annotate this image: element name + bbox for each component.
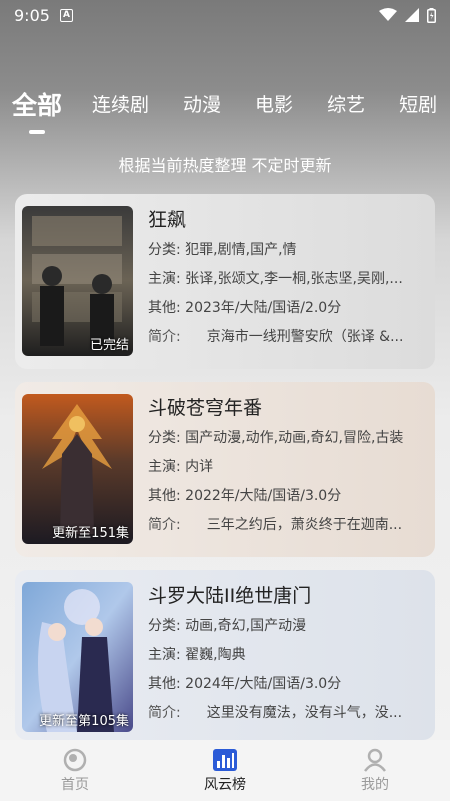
drama-synopsis-row: 简介: 京海市一线刑警安欣（张译 &...: [148, 323, 430, 352]
drama-card[interactable]: 更新至151集 斗破苍穹年番 分类: 国产动漫,动作,动画,奇幻,冒险,古装 主…: [15, 382, 435, 557]
signal-icon: [405, 8, 419, 22]
drama-cast: 主演: 翟巍,陶典: [148, 647, 246, 663]
tab-movie[interactable]: 电影: [255, 90, 293, 117]
drama-other: 其他: 2022年/大陆/国语/3.0分: [148, 488, 342, 504]
drama-title: 斗破苍穹年番: [148, 397, 263, 419]
synopsis-label: 简介:: [148, 517, 181, 533]
drama-synopsis: 京海市一线刑警安欣（张译 &...: [206, 329, 404, 345]
drama-card[interactable]: 已完结 狂飙 分类: 犯罪,剧情,国产,情 主演: 张译,张颂文,李一桐,张志坚…: [15, 194, 435, 369]
wifi-icon: [379, 8, 397, 21]
synopsis-label: 简介:: [148, 705, 181, 721]
notification-icon: A: [59, 8, 73, 22]
drama-synopsis-row: 简介: 三年之约后，萧炎终于在迦南...: [148, 511, 430, 540]
nav-ranking[interactable]: 风云榜: [175, 748, 275, 794]
drama-synopsis: 这里没有魔法，没有斗气，没...: [206, 705, 403, 721]
tab-all[interactable]: 全部: [12, 90, 62, 122]
poster-badge: 更新至151集: [52, 526, 129, 541]
home-icon: [63, 748, 87, 771]
drama-cast: 主演: 内详: [148, 459, 214, 475]
drama-title: 斗罗大陆II绝世唐门: [148, 585, 312, 607]
drama-other: 其他: 2023年/大陆/国语/2.0分: [148, 300, 342, 316]
drama-card[interactable]: 更新至第105集 斗罗大陆II绝世唐门 分类: 动画,奇幻,国产动漫 主演: 翟…: [15, 570, 435, 740]
category-tabs: 全部 连续剧 动漫 电影 综艺 短剧: [0, 90, 450, 138]
drama-info: 斗破苍穹年番 分类: 国产动漫,动作,动画,奇幻,冒险,古装 主演: 内详 其他…: [148, 394, 430, 557]
poster-image: 更新至第105集: [22, 582, 133, 732]
bottom-nav: 首页 风云榜 我的: [0, 740, 450, 801]
poster-badge: 更新至第105集: [39, 714, 129, 729]
profile-icon: [364, 748, 386, 772]
tab-indicator: [29, 130, 45, 134]
drama-other: 其他: 2024年/大陆/国语/3.0分: [148, 676, 342, 692]
chart-icon: [213, 748, 237, 771]
tab-anime[interactable]: 动漫: [183, 90, 221, 117]
status-time: 9:05: [14, 5, 50, 25]
drama-category: 分类: 动画,奇幻,国产动漫: [148, 618, 307, 634]
nav-label: 首页: [61, 776, 89, 793]
drama-synopsis-row: 简介: 这里没有魔法，没有斗气，没...: [148, 699, 430, 728]
tab-short[interactable]: 短剧: [399, 90, 437, 117]
nav-profile[interactable]: 我的: [325, 748, 425, 794]
drama-category: 分类: 犯罪,剧情,国产,情: [148, 242, 297, 258]
nav-label: 我的: [361, 776, 389, 793]
nav-label: 风云榜: [204, 776, 246, 793]
tab-variety[interactable]: 综艺: [327, 90, 365, 117]
poster-image: 已完结: [22, 206, 133, 356]
status-icons: [379, 7, 436, 23]
nav-home[interactable]: 首页: [25, 748, 125, 794]
tab-series[interactable]: 连续剧: [92, 90, 149, 117]
drama-title: 狂飙: [148, 209, 187, 231]
drama-cast: 主演: 张译,张颂文,李一桐,张志坚,吴刚,...: [148, 271, 403, 287]
synopsis-label: 简介:: [148, 329, 181, 345]
drama-synopsis: 三年之约后，萧炎终于在迦南...: [206, 517, 403, 533]
poster-badge: 已完结: [89, 338, 129, 353]
drama-info: 狂飙 分类: 犯罪,剧情,国产,情 主演: 张译,张颂文,李一桐,张志坚,吴刚,…: [148, 206, 430, 369]
poster-image: 更新至151集: [22, 394, 133, 544]
drama-info: 斗罗大陆II绝世唐门 分类: 动画,奇幻,国产动漫 主演: 翟巍,陶典 其他: …: [148, 582, 430, 740]
battery-icon: [427, 7, 436, 23]
drama-category: 分类: 国产动漫,动作,动画,奇幻,冒险,古装: [148, 430, 404, 446]
status-bar: 9:05 A: [0, 0, 450, 30]
ranking-subtitle: 根据当前热度整理 不定时更新: [118, 156, 332, 175]
